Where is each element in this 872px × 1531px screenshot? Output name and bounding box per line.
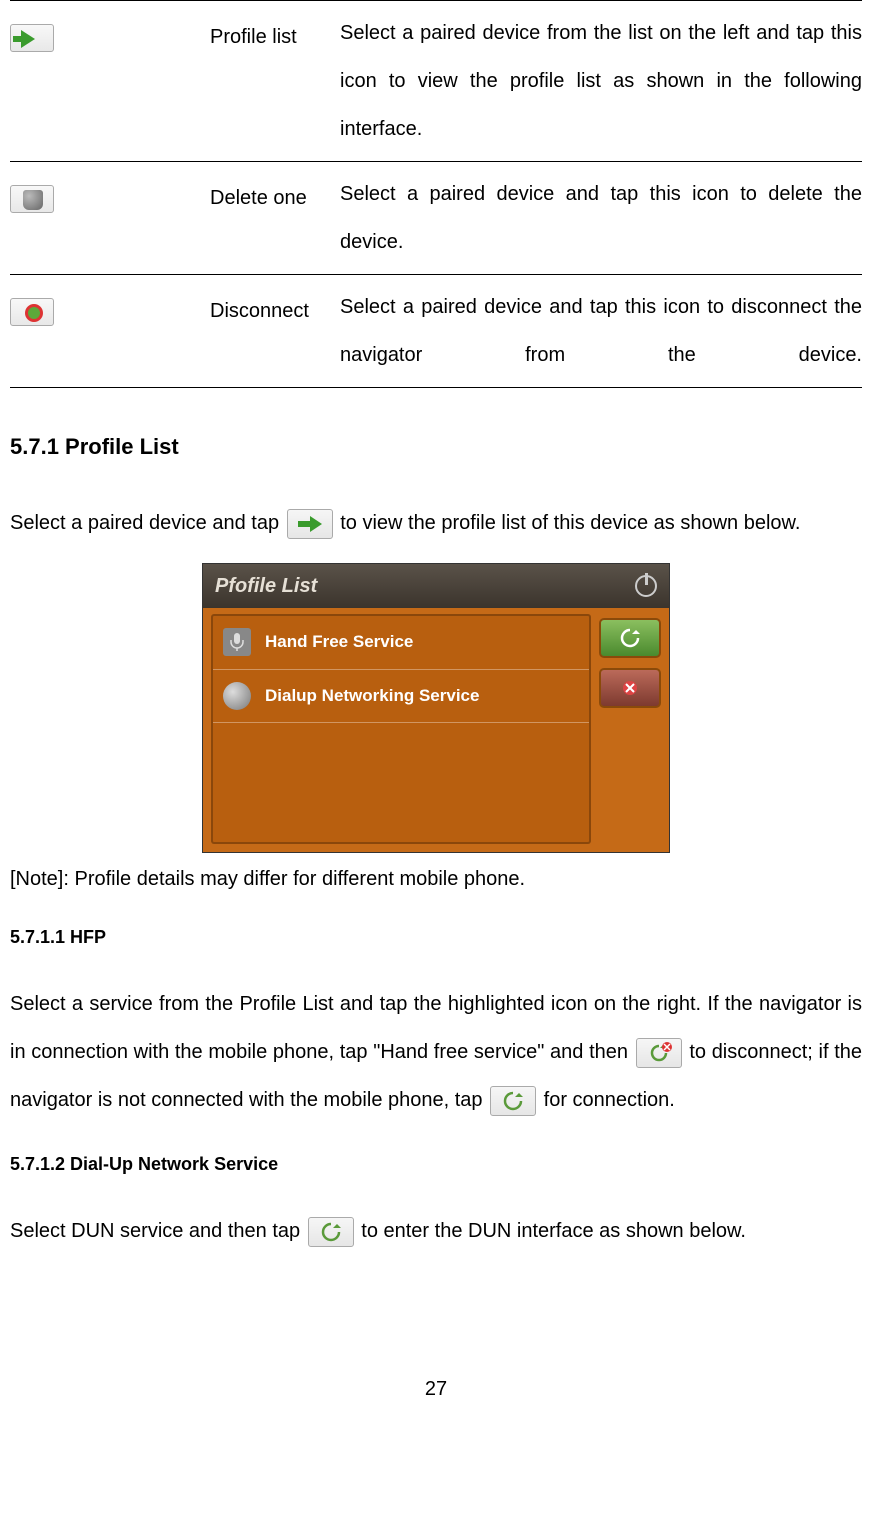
heading-571: 5.7.1 Profile List	[10, 432, 862, 463]
screenshot-header: Pfofile List	[203, 564, 669, 608]
list-item[interactable]: Dialup Networking Service	[213, 670, 589, 724]
row-description: Select a paired device from the list on …	[340, 9, 862, 153]
row-icon-cell	[10, 283, 210, 335]
refresh-button[interactable]	[599, 618, 661, 658]
disconnect-button[interactable]	[599, 668, 661, 708]
profile-list-screenshot: Pfofile List Hand Free Service Dialup Ne…	[202, 563, 670, 853]
refresh-icon	[308, 1217, 354, 1247]
paragraph-5712: Select DUN service and then tap to enter…	[10, 1207, 862, 1255]
page-number: 27	[10, 1365, 862, 1413]
row-label: Profile list	[210, 9, 340, 61]
list-item-label: Dialup Networking Service	[265, 676, 479, 717]
trash-icon	[10, 185, 54, 213]
disconnect-icon	[10, 298, 54, 326]
row-icon-cell	[10, 9, 210, 61]
row-description: Select a paired device and tap this icon…	[340, 170, 862, 266]
list-item-label: Hand Free Service	[265, 622, 413, 663]
screenshot-title: Pfofile List	[215, 562, 317, 610]
row-description: Select a paired device and tap this icon…	[340, 283, 862, 379]
text-fragment: to enter the DUN interface as shown belo…	[361, 1220, 746, 1242]
microphone-icon	[223, 628, 251, 656]
screenshot-side-buttons	[599, 614, 661, 844]
text-fragment: to view the profile list of this device …	[340, 512, 800, 534]
row-label: Delete one	[210, 170, 340, 222]
screenshot-body: Hand Free Service Dialup Networking Serv…	[203, 608, 669, 852]
heading-5712: 5.7.1.2 Dial-Up Network Service	[10, 1152, 862, 1177]
arrow-right-icon	[287, 509, 333, 539]
table-row: Disconnect Select a paired device and ta…	[10, 274, 862, 388]
profile-list: Hand Free Service Dialup Networking Serv…	[211, 614, 591, 844]
table-row: Profile list Select a paired device from…	[10, 0, 862, 161]
table-row: Delete one Select a paired device and ta…	[10, 161, 862, 274]
arrow-right-icon	[10, 24, 54, 52]
row-label: Disconnect	[210, 283, 340, 335]
heading-5711: 5.7.1.1 HFP	[10, 925, 862, 950]
refresh-icon	[490, 1086, 536, 1116]
icon-reference-table: Profile list Select a paired device from…	[10, 0, 862, 388]
paragraph-571: Select a paired device and tap to view t…	[10, 499, 862, 547]
power-icon[interactable]	[635, 575, 657, 597]
text-fragment: Select DUN service and then tap	[10, 1220, 306, 1242]
list-item[interactable]: Hand Free Service	[213, 616, 589, 670]
disconnect-x-icon	[636, 1038, 682, 1068]
text-fragment: Select a paired device and tap	[10, 512, 285, 534]
note-text: [Note]: Profile details may differ for d…	[10, 861, 862, 897]
text-fragment: for connection.	[544, 1089, 675, 1111]
globe-icon	[223, 682, 251, 710]
paragraph-5711: Select a service from the Profile List a…	[10, 980, 862, 1124]
row-icon-cell	[10, 170, 210, 222]
